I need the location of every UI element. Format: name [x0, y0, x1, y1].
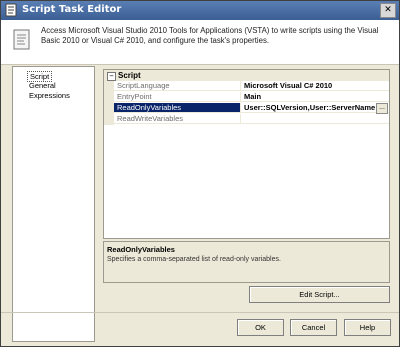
property-row-scriptlanguage[interactable]: ScriptLanguage Microsoft Visual C# 2010	[104, 81, 389, 92]
property-name: ReadWriteVariables	[114, 114, 241, 124]
category-row-script[interactable]: − Script	[104, 70, 389, 81]
window-title: Script Task Editor	[22, 4, 122, 15]
script-icon	[5, 3, 17, 17]
close-icon: ✕	[384, 5, 392, 15]
script-document-icon	[13, 29, 30, 50]
property-description-panel: ReadOnlyVariables Specifies a comma-sepa…	[103, 241, 390, 283]
nav-item-general[interactable]: General	[29, 81, 56, 90]
ellipsis-button[interactable]: ...	[376, 103, 388, 114]
header-description: Access Microsoft Visual Studio 2010 Tool…	[41, 26, 379, 45]
property-row-readonlyvariables[interactable]: ReadOnlyVariables User::SQLVersion,User:…	[104, 103, 389, 114]
title-bar[interactable]: Script Task Editor ✕	[1, 1, 399, 20]
description-text: Specifies a comma-separated list of read…	[107, 256, 281, 263]
edit-script-button[interactable]: Edit Script...	[249, 286, 390, 303]
property-value[interactable]: Microsoft Visual C# 2010	[241, 81, 389, 91]
category-label: Script	[118, 71, 141, 80]
help-button[interactable]: Help	[344, 319, 391, 336]
ok-button[interactable]: OK	[237, 319, 284, 336]
description-title: ReadOnlyVariables	[107, 245, 175, 254]
property-row-entrypoint[interactable]: EntryPoint Main	[104, 92, 389, 103]
nav-item-expressions[interactable]: Expressions	[29, 91, 70, 100]
divider	[1, 312, 399, 313]
property-name: ScriptLanguage	[114, 81, 241, 91]
property-name: ReadOnlyVariables	[114, 103, 241, 113]
property-value[interactable]: Main	[241, 92, 389, 102]
close-button[interactable]: ✕	[380, 3, 396, 18]
collapse-icon[interactable]: −	[107, 72, 116, 81]
property-row-readwritevariables[interactable]: ReadWriteVariables	[104, 114, 389, 125]
header-panel: Access Microsoft Visual Studio 2010 Tool…	[1, 20, 399, 65]
cancel-button[interactable]: Cancel	[290, 319, 337, 336]
property-grid: − Script ScriptLanguage Microsoft Visual…	[103, 69, 390, 239]
property-value[interactable]	[241, 114, 389, 124]
property-value[interactable]: User::SQLVersion,User::ServerName	[241, 103, 389, 113]
property-name: EntryPoint	[114, 92, 241, 102]
script-task-editor-window: Script Task Editor ✕ Access Microsoft Vi…	[0, 0, 400, 347]
navigation-list: Script General Expressions	[12, 66, 95, 342]
